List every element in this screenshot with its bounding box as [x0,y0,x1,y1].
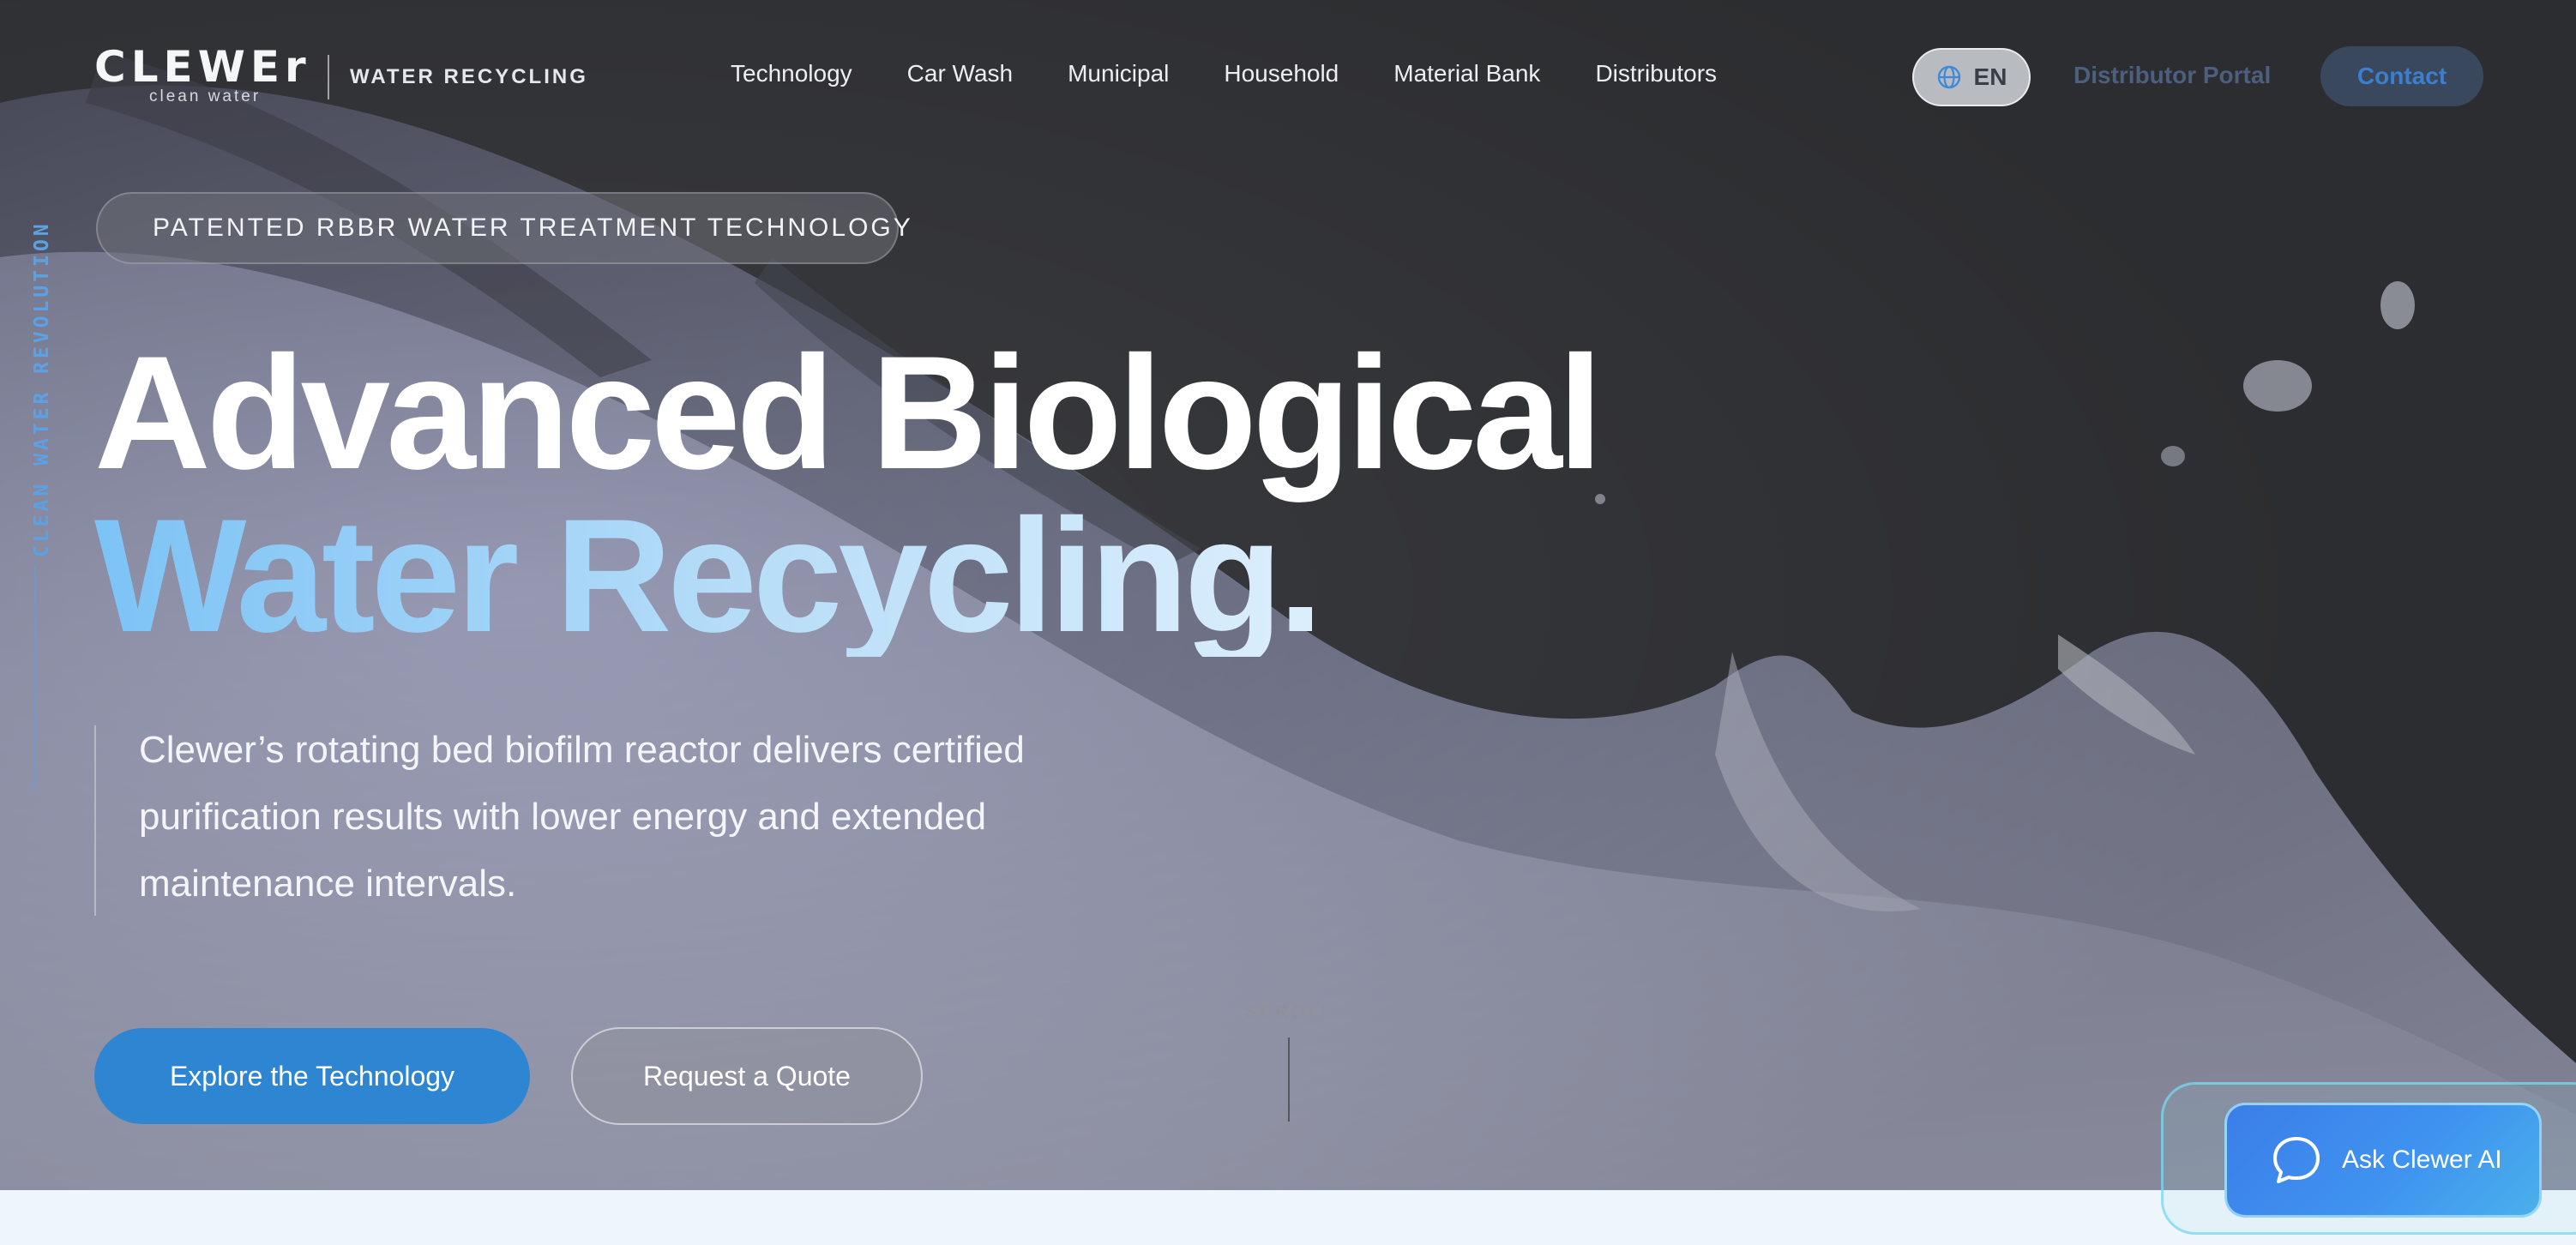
chat-bubble-icon [2273,1137,2320,1183]
nav-municipal[interactable]: Municipal [1068,60,1169,87]
nav-car-wash[interactable]: Car Wash [907,60,1013,87]
side-vertical-text: CLEAN WATER REVOLUTION [31,220,53,557]
scroll-indicator-line [1288,1038,1290,1122]
distributor-portal-link[interactable]: Distributor Portal [2073,62,2271,89]
language-switcher[interactable]: EN [1912,48,2031,106]
hero-section: CLEWEr clean water WATER RECYCLING Techn… [0,0,2576,1190]
logo-divider [328,55,329,99]
side-accent-line [34,566,36,789]
nav-technology[interactable]: Technology [731,60,852,87]
logo-subtitle: clean water [149,87,262,105]
description-accent-bar [94,725,96,916]
hero-title-line1: Advanced Biological [94,322,1603,502]
logo[interactable]: CLEWEr clean water [94,43,309,105]
badge-label: PATENTED RBBR WATER TREATMENT TECHNOLOGY [153,214,913,242]
globe-icon [1937,65,1960,89]
hero-title-line2: Water Recycling. [94,494,1598,657]
hero-description: Clewer’s rotating bed biofilm reactor de… [139,729,1025,905]
scroll-indicator-label: SCROLL [1245,1003,1335,1022]
language-label: EN [1973,63,2007,90]
contact-label: Contact [2356,63,2447,89]
site-header: CLEWEr clean water WATER RECYCLING Techn… [0,0,2576,154]
main-nav: Technology Car Wash Municipal Household … [731,60,1717,87]
hero-title: Advanced Biological Water Recycling. [94,322,1603,657]
technology-badge: PATENTED RBBR WATER TREATMENT TECHNOLOGY [96,192,911,264]
request-quote-label: Request a Quote [643,1060,851,1092]
explore-technology-button[interactable]: Explore the Technology [94,1028,530,1124]
nav-distributors[interactable]: Distributors [1595,60,1717,87]
ask-ai-button[interactable]: Ask Clewer AI [2224,1103,2542,1218]
logo-wordmark: CLEWEr [94,42,311,92]
contact-button[interactable]: Contact [2320,46,2483,106]
ask-ai-label: Ask Clewer AI [2342,1146,2502,1174]
request-quote-button[interactable]: Request a Quote [571,1027,923,1125]
nav-household[interactable]: Household [1224,60,1339,87]
explore-technology-label: Explore the Technology [169,1060,455,1092]
logo-tagline: WATER RECYCLING [350,65,588,88]
nav-material-bank[interactable]: Material Bank [1393,60,1540,87]
